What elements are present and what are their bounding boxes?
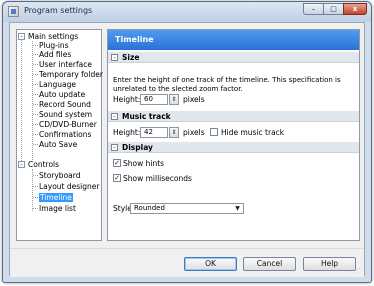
tree-item-storyboard[interactable]: Storyboard [39,171,80,180]
section-music-track[interactable]: - Music track [108,111,359,122]
settings-tree[interactable]: - Main settings Plug-ins Add files User … [16,29,103,241]
expander-controls[interactable]: - [18,161,25,168]
tree-line [33,186,38,187]
show-hints-checkbox[interactable]: ✓ [113,159,121,167]
music-height-label: Height: [113,128,141,137]
tree-line [33,104,38,105]
tree-line [33,114,38,115]
hide-music-track-label: Hide music track [221,128,285,137]
show-hints-label: Show hints [123,159,165,168]
tree-line [33,94,38,95]
section-size-label: Size [122,53,140,62]
tree-item-image-list[interactable]: Image list [39,204,76,213]
tree-line [33,197,38,198]
tree-item-timeline[interactable]: Timeline [39,193,73,202]
tree-line [33,124,38,125]
collapse-music-track-toggle[interactable]: - [111,113,118,120]
tree-node-main-settings[interactable]: Main settings [28,32,78,41]
maximize-button[interactable]: □ [323,3,344,15]
title-bar[interactable]: Program settings – □ x [3,2,371,22]
section-music-track-label: Music track [122,112,171,121]
music-unit-label: pixels [183,128,205,137]
tree-item-temporary-folder[interactable]: Temporary folder [39,70,103,79]
tree-node-controls[interactable]: Controls [28,160,59,169]
tree-line [33,208,38,209]
chevron-down-icon[interactable]: ▼ [233,205,242,212]
tree-line [33,64,38,65]
tree-item-language[interactable]: Language [39,80,76,89]
section-display[interactable]: - Display [108,142,359,153]
tree-line [33,84,38,85]
music-height-input[interactable]: 42 [140,127,168,138]
show-milliseconds-label: Show milliseconds [123,174,192,183]
dialog-footer: OK Cancel Help ⋰ [10,248,364,277]
section-size[interactable]: - Size [108,52,359,63]
cancel-button[interactable]: Cancel [243,257,296,271]
tree-line [33,175,38,176]
ok-button[interactable]: OK [184,257,237,271]
help-button[interactable]: Help [303,257,356,271]
tree-item-cd-dvd-burner[interactable]: CD/DVD-Burner [39,120,97,129]
tree-line [33,134,38,135]
tree-line [33,144,38,145]
collapse-size-toggle[interactable]: - [111,54,118,61]
size-height-spinner[interactable]: ⇕ [169,94,179,105]
size-description: Enter the height of one track of the tim… [113,76,341,93]
show-milliseconds-checkbox[interactable]: ✓ [113,174,121,182]
timeline-settings-panel: Timeline - Size Enter the height of one … [107,29,360,241]
tree-item-confirmations[interactable]: Confirmations [39,130,91,139]
expander-main-settings[interactable]: - [18,33,25,40]
tree-line [33,45,38,46]
tree-item-user-interface[interactable]: User interface [39,60,92,69]
tree-item-layout-designer[interactable]: Layout designer [39,182,99,191]
tree-item-auto-update[interactable]: Auto update [39,90,85,99]
program-settings-window: Program settings – □ x - Main settings P… [2,1,372,283]
section-display-label: Display [122,143,153,152]
size-unit-label: pixels [183,95,205,104]
close-button[interactable]: x [343,3,367,15]
music-height-spinner[interactable]: ⇕ [169,127,179,138]
window-title: Program settings [24,6,93,15]
panel-title: Timeline [108,30,359,50]
tree-item-record-sound[interactable]: Record Sound [39,100,91,109]
tree-item-sound-system[interactable]: Sound system [39,110,92,119]
minimize-button[interactable]: – [303,3,324,15]
style-selected-value: Rounded [134,204,165,212]
resize-grip-icon[interactable]: ⋰ [354,267,362,275]
size-height-label: Height: [113,95,141,104]
tree-item-plug-ins[interactable]: Plug-ins [39,41,69,50]
tree-line [21,39,22,165]
style-dropdown[interactable]: Rounded ▼ [130,203,244,214]
tree-item-auto-save[interactable]: Auto Save [39,140,77,149]
dialog-client-area: - Main settings Plug-ins Add files User … [9,22,365,277]
tree-line [32,41,33,160]
tree-line [33,74,38,75]
tree-line [33,54,38,55]
size-height-input[interactable]: 60 [140,94,168,105]
tree-item-add-files[interactable]: Add files [39,50,71,59]
app-icon [8,6,19,17]
hide-music-track-checkbox[interactable] [210,128,218,136]
collapse-display-toggle[interactable]: - [111,144,118,151]
